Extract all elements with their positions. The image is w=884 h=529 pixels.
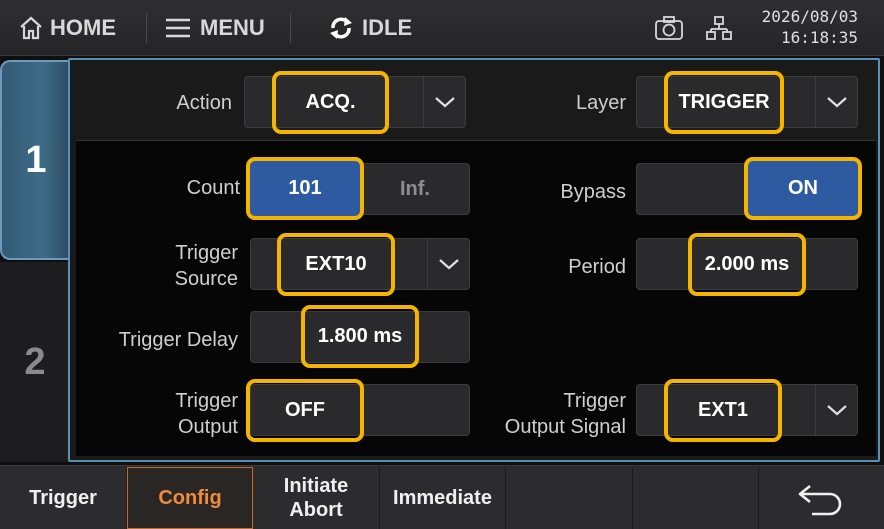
softkey-label: Config xyxy=(158,487,222,509)
trigger-delay-value[interactable]: 1.800 ms xyxy=(301,305,419,368)
trigger-delay-label: Trigger Delay xyxy=(118,329,238,351)
trigger-output-label: Trigger Output xyxy=(110,388,238,440)
trigger-output-signal-label: Trigger Output Signal xyxy=(470,388,626,440)
bypass-value[interactable]: ON xyxy=(744,157,862,220)
softkey-label: Trigger xyxy=(29,487,97,509)
back-arrow-icon xyxy=(798,484,841,516)
run-state-indicator: IDLE xyxy=(326,0,412,56)
action-label: Action xyxy=(176,92,232,114)
softkey-label: Initiate xyxy=(283,475,349,497)
softkey-empty[interactable] xyxy=(506,467,633,529)
label-line: Source xyxy=(174,268,238,290)
tab-label: 2 xyxy=(24,340,46,383)
menu-label: MENU xyxy=(200,15,265,40)
clock: 2026/08/03 16:18:35 xyxy=(762,6,858,48)
tab-2[interactable]: 2 xyxy=(0,262,70,462)
label-line: Trigger xyxy=(563,390,626,412)
label-line: Output xyxy=(177,416,238,438)
softkey-initiate-abort[interactable]: Initiate Abort xyxy=(253,467,380,529)
layer-label: Layer xyxy=(575,92,626,114)
network-status[interactable] xyxy=(706,0,732,56)
layer-value[interactable]: TRIGGER xyxy=(664,71,784,134)
label-line: Output Signal xyxy=(504,416,626,438)
header-divider xyxy=(290,13,291,43)
menu-button[interactable]: MENU xyxy=(164,0,265,56)
trigger-source-value[interactable]: EXT10 xyxy=(277,233,395,296)
camera-icon xyxy=(655,16,683,40)
trigger-output-signal-value[interactable]: EXT1 xyxy=(664,379,782,442)
softkey-trigger[interactable]: Trigger xyxy=(0,467,127,529)
menu-icon xyxy=(166,18,190,38)
refresh-icon xyxy=(330,17,352,39)
count-inf-option[interactable]: Inf. xyxy=(362,163,468,215)
bypass-label: Bypass xyxy=(560,181,626,203)
period-label: Period xyxy=(568,256,626,278)
time-text: 16:18:35 xyxy=(780,28,858,47)
status-header: HOME MENU IDLE 2026/08/03 16:18:35 xyxy=(0,0,884,56)
trigger-output-value[interactable]: OFF xyxy=(246,379,364,442)
chevron-down-icon[interactable] xyxy=(815,384,857,436)
count-label: Count xyxy=(186,177,240,199)
softkey-config[interactable]: Config xyxy=(127,467,253,529)
softkey-back[interactable] xyxy=(759,467,884,529)
count-value[interactable]: 101 xyxy=(246,157,364,220)
home-icon xyxy=(20,16,42,40)
tab-label: 1 xyxy=(25,138,47,181)
header-divider xyxy=(146,13,147,43)
softkey-label: Immediate xyxy=(393,487,492,509)
chevron-down-icon[interactable] xyxy=(427,238,469,290)
softkey-empty[interactable] xyxy=(633,467,759,529)
date-text: 2026/08/03 xyxy=(761,7,858,26)
softkey-immediate[interactable]: Immediate xyxy=(380,467,506,529)
state-label: IDLE xyxy=(362,15,413,40)
label-line: Trigger xyxy=(175,390,238,412)
network-icon xyxy=(706,16,732,40)
trigger-source-label: Trigger Source xyxy=(110,240,238,292)
softkey-label: Abort xyxy=(289,499,343,521)
action-value[interactable]: ACQ. xyxy=(272,71,389,134)
tab-1[interactable]: 1 xyxy=(0,60,70,260)
home-button[interactable]: HOME xyxy=(18,0,116,56)
home-label: HOME xyxy=(50,15,116,40)
period-value[interactable]: 2.000 ms xyxy=(688,233,806,296)
label-line: Trigger xyxy=(175,242,238,264)
chevron-down-icon[interactable] xyxy=(815,76,857,128)
screenshot-button[interactable] xyxy=(654,0,684,56)
chevron-down-icon[interactable] xyxy=(423,76,465,128)
